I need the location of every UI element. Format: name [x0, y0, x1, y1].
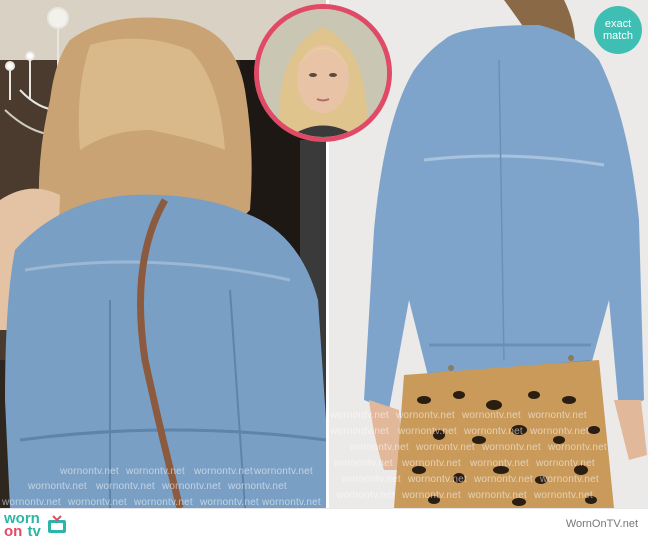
face-inset-illustration [259, 9, 387, 137]
logo-on: on [4, 523, 23, 540]
collage: exact match wornontv.net wornontv.net wo… [0, 0, 648, 540]
exact-match-badge: exact match [594, 6, 642, 54]
face-inset [254, 4, 392, 142]
logo-tv: tv [27, 523, 41, 540]
footer-bar: worn on tv WornOnTV.net [0, 508, 648, 540]
badge-line-2: match [603, 30, 633, 42]
site-credit: WornOnTV.net [565, 518, 638, 530]
wornontv-logo[interactable]: worn on tv [4, 511, 67, 540]
tv-icon [47, 515, 66, 533]
badge-line-1: exact [604, 18, 632, 30]
